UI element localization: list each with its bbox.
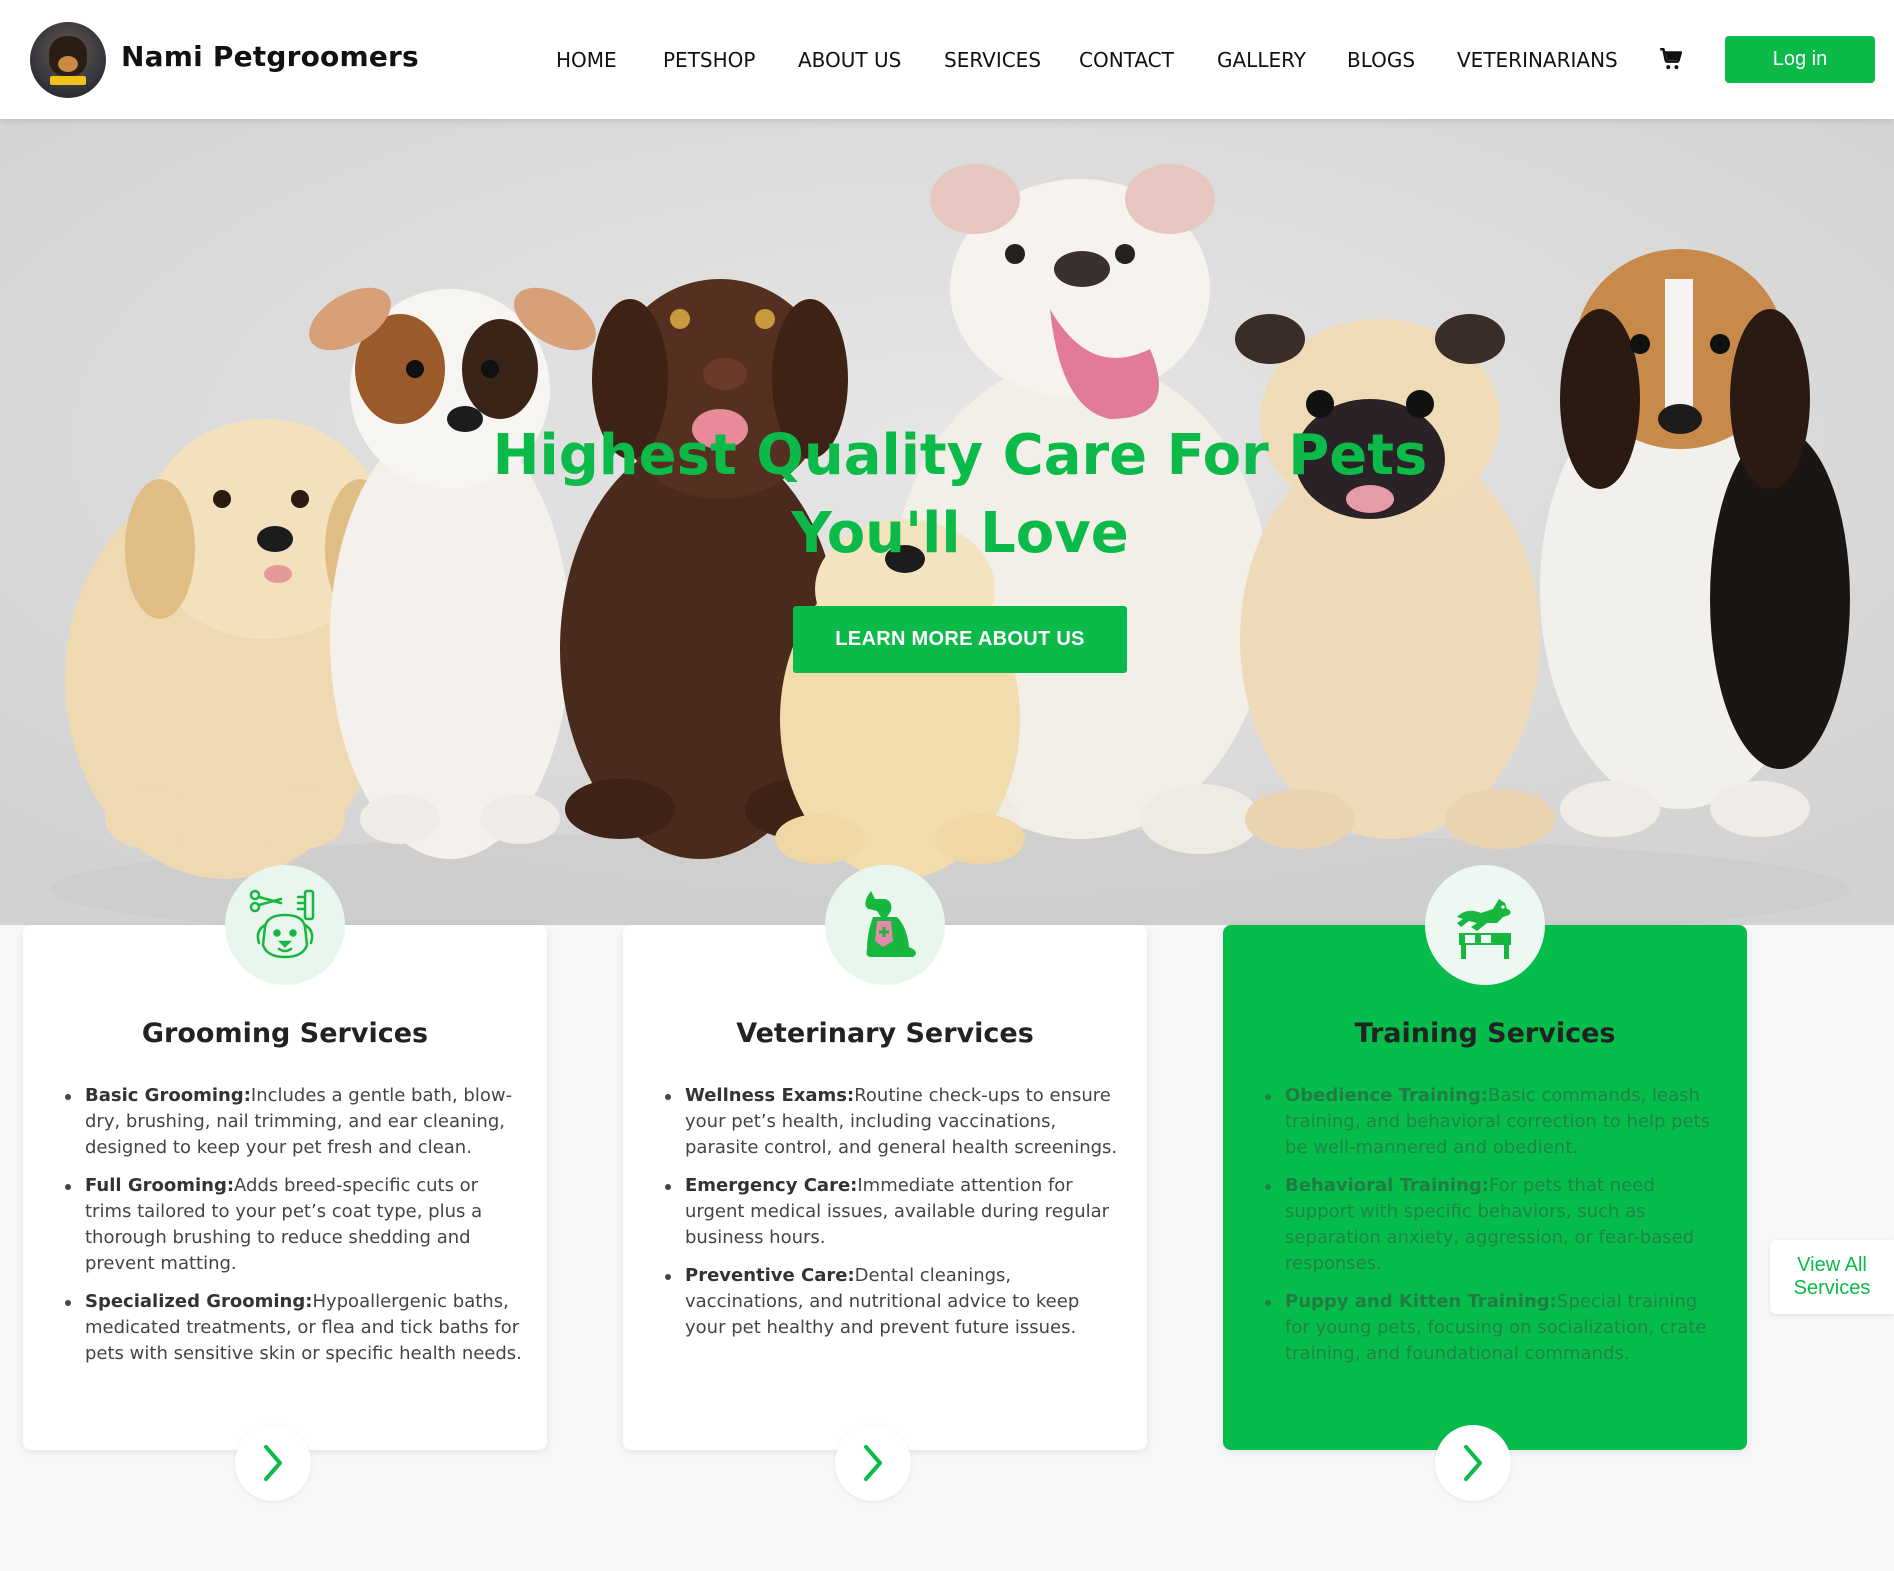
list-item: Full Grooming:Adds breed-specific cuts o… [63,1173,523,1277]
service-card-grooming: Grooming Services Basic Grooming:Include… [23,865,547,1501]
item-label: Preventive Care: [685,1265,855,1286]
hero-title: Highest Quality Care For Pets You'll Lov… [460,417,1460,573]
learn-more-button[interactable]: LEARN MORE ABOUT US [793,606,1127,673]
main-nav: HOME PETSHOP ABOUT US SERVICES CONTACT G… [0,48,1894,78]
grooming-icon-badge [225,865,345,985]
item-label: Specialized Grooming: [85,1291,313,1312]
list-item: Puppy and Kitten Training:Special traini… [1263,1289,1723,1367]
item-label: Emergency Care: [685,1175,858,1196]
service-list: Basic Grooming:Includes a gentle bath, b… [63,1083,523,1379]
nav-blogs[interactable]: BLOGS [1347,48,1415,72]
cart-icon[interactable] [1658,46,1684,72]
service-list: Obedience Training:Basic commands, leash… [1263,1083,1723,1379]
service-list: Wellness Exams:Routine check-ups to ensu… [663,1083,1123,1353]
item-label: Obedience Training: [1285,1085,1488,1106]
nav-veterinarians[interactable]: VETERINARIANS [1457,48,1618,72]
list-item: Wellness Exams:Routine check-ups to ensu… [663,1083,1123,1161]
login-button[interactable]: Log in [1725,36,1875,83]
hero-title-line2: You'll Love [791,501,1129,566]
list-item: Behavioral Training:For pets that need s… [1263,1173,1723,1277]
nav-contact[interactable]: CONTACT [1079,48,1174,72]
list-item: Basic Grooming:Includes a gentle bath, b… [63,1083,523,1161]
chevron-right-icon [264,1445,282,1481]
training-icon-badge [1425,865,1545,985]
card-title: Veterinary Services [736,1018,1034,1049]
training-icon [1457,899,1511,959]
service-card-training: Training Services Obedience Training:Bas… [1223,865,1747,1501]
nav-gallery[interactable]: GALLERY [1217,48,1306,72]
veterinary-icon-badge [825,865,945,985]
card-title: Training Services [1354,1018,1616,1049]
item-label: Behavioral Training: [1285,1175,1489,1196]
nav-petshop[interactable]: PETSHOP [663,48,755,72]
list-item: Emergency Care:Immediate attention for u… [663,1173,1123,1251]
hero-banner: Highest Quality Care For Pets You'll Lov… [0,119,1894,925]
item-label: Full Grooming: [85,1175,235,1196]
list-item: Specialized Grooming:Hypoallergenic bath… [63,1289,523,1367]
view-all-services-link[interactable]: View All Services [1770,1240,1894,1314]
nav-home[interactable]: HOME [556,48,617,72]
card-title: Grooming Services [141,1018,429,1049]
card-next-button[interactable] [235,1425,311,1501]
view-all-line1: View All [1797,1254,1867,1276]
view-all-line2: Services [1793,1277,1871,1299]
item-label: Wellness Exams: [685,1085,855,1106]
item-label: Basic Grooming: [85,1085,251,1106]
list-item: Preventive Care:Dental cleanings, vaccin… [663,1263,1123,1341]
service-card-veterinary: Veterinary Services Wellness Exams:Routi… [623,865,1147,1501]
card-next-button[interactable] [835,1425,911,1501]
nav-about-us[interactable]: ABOUT US [798,48,901,72]
card-next-button[interactable] [1435,1425,1511,1501]
veterinary-icon [865,891,916,957]
chevron-right-icon [1464,1445,1482,1481]
item-label: Puppy and Kitten Training: [1285,1291,1557,1312]
chevron-right-icon [864,1445,882,1481]
site-header: Nami Petgroomers HOME PETSHOP ABOUT US S… [0,0,1894,119]
nav-services[interactable]: SERVICES [944,48,1041,72]
grooming-icon [249,889,315,959]
hero-title-line1: Highest Quality Care For Pets [492,423,1428,488]
list-item: Obedience Training:Basic commands, leash… [1263,1083,1723,1161]
